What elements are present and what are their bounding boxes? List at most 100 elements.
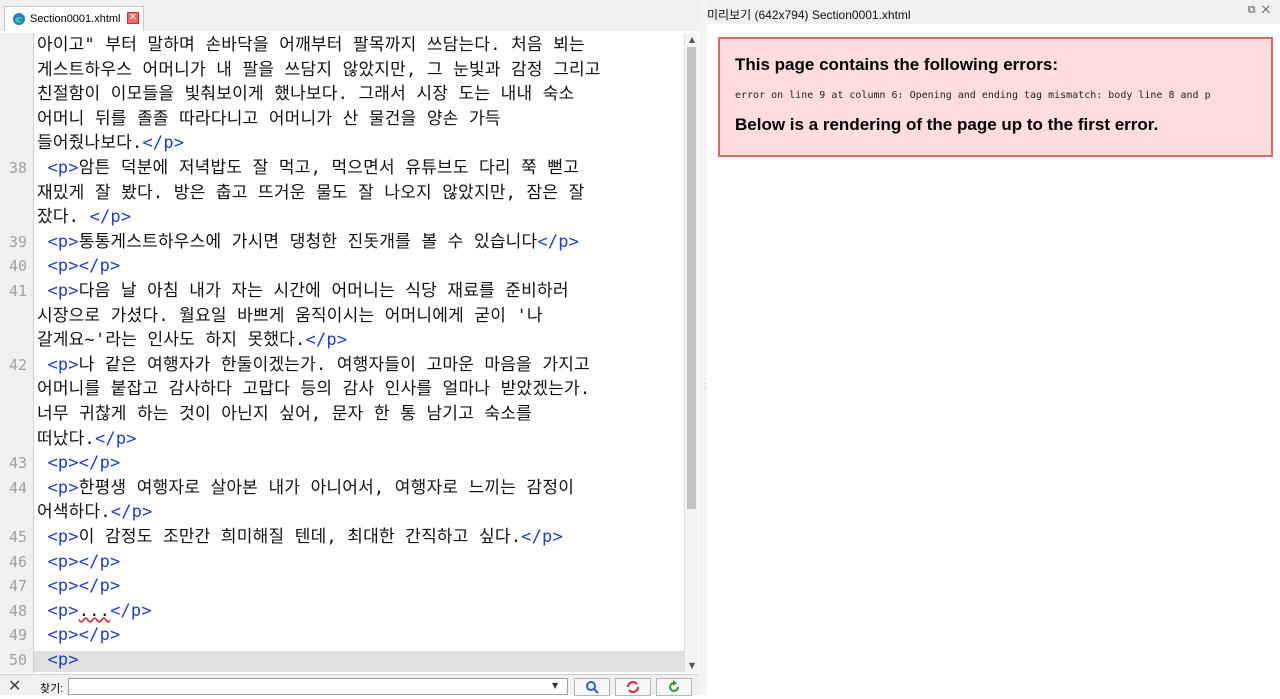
line-number: 39 xyxy=(8,232,27,251)
code-tag: </p> xyxy=(94,428,137,449)
code-tag: <p> xyxy=(47,477,79,498)
code-editor[interactable]: 아이고" 부터 말하며 손바닥을 어깨부터 팔목까지 쓰담는다. 처음 뵈는게스… xyxy=(34,33,684,673)
splitter-grip-icon[interactable]: ⋮ xyxy=(701,382,709,398)
line-number: 43 xyxy=(8,454,27,473)
code-line: 재밌게 잘 봤다. 방은 춥고 뜨거운 물도 잘 나오지 않았지만, 잠은 잘 xyxy=(37,181,585,205)
code-line: <p>통통게스트하우스에 가시면 댕청한 진돗개를 볼 수 있습니다</p> xyxy=(37,230,579,254)
chevron-down-icon[interactable]: ▼ xyxy=(552,681,558,690)
code-text: 한평생 여행자로 살아본 내가 아니어서, 여행자로 느끼는 감정이 xyxy=(78,477,575,498)
code-line: <p></p> xyxy=(37,623,120,647)
error-footer: Below is a rendering of the page up to t… xyxy=(735,115,1159,134)
error-heading: This page contains the following errors: xyxy=(735,55,1059,74)
line-number-gutter: 3839404142434445464748495051 xyxy=(0,33,34,694)
code-tag: </p> xyxy=(537,231,580,252)
search-icon xyxy=(586,681,599,694)
code-text: 게스트하우스 어머니가 내 팔을 쓰담지 않았지만, 그 눈빛과 감정 그리고 xyxy=(37,59,601,80)
browser-file-icon xyxy=(13,13,25,25)
code-text: 다음 날 아침 내가 자는 시간에 어머니는 식당 재료를 준비하러 xyxy=(78,281,569,301)
search-button[interactable] xyxy=(574,678,610,696)
code-line: <p>암튼 덕분에 저녁밥도 잘 먹고, 먹으면서 유튜브도 다리 쭉 뻗고 xyxy=(37,156,579,180)
editor-pane: Section0001.xhtml ✕ 38 39 40 41 42 43 44 45 46 47… xyxy=(0,0,700,696)
tab-bar: Section0001.xhtml ✕ xyxy=(0,0,700,31)
code-text: 나 같은 여행자가 한둘이겠는가. 여행자들이 고마운 마음을 가지고 xyxy=(78,354,590,375)
code-line: 게스트하우스 어머니가 내 팔을 쓰담지 않았지만, 그 눈빛과 감정 그리고 xyxy=(37,58,601,82)
code-text: 친절함이 이모들을 빛춰보이게 했나보다. 그래서 시장 도는 내내 숙소 xyxy=(37,84,575,105)
vertical-scrollbar[interactable]: ▲ ▼ xyxy=(684,33,698,673)
tab-label: Section0001.xhtml xyxy=(30,13,121,25)
restore-icon[interactable]: ⧉ xyxy=(1248,4,1262,16)
code-text: 시장으로 가셨다. 월요일 바쁘게 움직이시는 어머니에게 굳이 '나 xyxy=(37,305,543,326)
preview-title: 미리보기 (642x794) Section0001.xhtml xyxy=(707,8,911,22)
scroll-down-icon[interactable]: ▼ xyxy=(685,659,699,673)
line-number: 42 xyxy=(8,355,27,374)
code-line: <p>한평생 여행자로 살아본 내가 아니어서, 여행자로 느끼는 감정이 xyxy=(37,476,574,500)
find-label: 찾기: xyxy=(40,683,64,695)
code-line: 갈게요~'라는 인사도 하지 못했다.</p> xyxy=(37,328,347,352)
code-tag: <p> xyxy=(47,281,79,301)
code-tag: <p></p> xyxy=(47,453,121,474)
replace-button[interactable] xyxy=(615,678,651,696)
code-line: 친절함이 이모들을 빛춰보이게 했나보다. 그래서 시장 도는 내내 숙소 xyxy=(37,82,574,106)
line-number: 48 xyxy=(8,601,27,620)
close-icon[interactable]: ✕ xyxy=(127,12,139,24)
code-text: 통통게스트하우스에 가시면 댕청한 진돗개를 볼 수 있습니다 xyxy=(78,231,538,252)
code-line: <p>이 감정도 조만간 희미해질 텐데, 최대한 간직하고 싶다.</p> xyxy=(37,525,563,549)
close-preview-icon[interactable]: ✕ xyxy=(1262,4,1276,16)
pane-splitter[interactable]: ⋮ xyxy=(699,0,709,695)
code-line: <p>...</p> xyxy=(37,599,152,623)
code-tag: <p></p> xyxy=(47,625,121,646)
code-tag: <p> xyxy=(47,231,79,252)
code-tag: <p></p> xyxy=(47,576,121,597)
code-text: 재밌게 잘 봤다. 방은 춥고 뜨거운 물도 잘 나오지 않았지만, 잠은 잘 xyxy=(37,182,585,203)
line-number: 40 xyxy=(8,257,27,276)
code-line: <p></p> xyxy=(37,254,120,278)
scroll-thumb[interactable] xyxy=(687,47,696,509)
code-tag: </p> xyxy=(110,502,153,523)
code-line: 시장으로 가셨다. 월요일 바쁘게 움직이시는 어머니에게 굳이 '나 xyxy=(37,304,543,328)
line-number: 44 xyxy=(8,478,27,497)
preview-pane: 미리보기 (642x794) Section0001.xhtml ⧉✕ This… xyxy=(707,0,1280,695)
code-text: 들어줬나보다. xyxy=(37,133,143,154)
line-number: 46 xyxy=(8,552,27,571)
line-number: 49 xyxy=(8,626,27,645)
scroll-up-icon[interactable]: ▲ xyxy=(685,33,699,47)
code-line: <p>나 같은 여행자가 한둘이겠는가. 여행자들이 고마운 마음을 가지고 xyxy=(37,353,590,377)
code-tag: </p> xyxy=(110,600,152,621)
code-line: 어머니를 붙잡고 감사하다 고맙다 등의 감사 인사를 얼마나 받았겠는가. xyxy=(37,377,590,401)
code-text: 떠났다. xyxy=(37,428,95,449)
close-find-icon[interactable]: ✕ xyxy=(8,676,21,695)
parser-error-box: This page contains the following errors:… xyxy=(718,37,1273,157)
find-bar: ✕ 찾기: ▼ xyxy=(0,674,700,696)
code-text: 어머니를 붙잡고 감사하다 고맙다 등의 감사 인사를 얼마나 받았겠는가. xyxy=(37,379,591,400)
tab-section0001[interactable]: Section0001.xhtml ✕ xyxy=(4,6,144,31)
code-tag: </p> xyxy=(89,207,132,228)
find-input[interactable] xyxy=(68,678,568,695)
code-tag: <p> xyxy=(47,354,79,375)
line-number: 47 xyxy=(8,577,27,596)
window-controls[interactable]: ⧉✕ xyxy=(1248,4,1276,17)
code-tag: <p></p> xyxy=(47,551,121,572)
preview-header: 미리보기 (642x794) Section0001.xhtml ⧉✕ xyxy=(707,0,1280,24)
code-line: 떠났다.</p> xyxy=(37,427,137,451)
code-text: 잤다. xyxy=(37,207,90,228)
error-detail: error on line 9 at column 6: Opening and… xyxy=(735,90,1211,101)
line-number: 41 xyxy=(8,282,27,300)
code-tag: </p> xyxy=(521,527,563,547)
refresh-button[interactable] xyxy=(656,678,692,696)
code-text: 이 감정도 조만간 희미해질 텐데, 최대한 간직하고 싶다. xyxy=(78,527,522,547)
code-line: 너무 귀찮게 하는 것이 아닌지 싶어, 문자 한 통 남기고 숙소를 xyxy=(37,402,532,426)
refresh-icon xyxy=(669,680,679,692)
code-text: 갈게요~'라는 인사도 하지 못했다. xyxy=(37,330,306,351)
code-tag: </p> xyxy=(305,330,348,351)
code-text: 아이고" 부터 말하며 손바닥을 어깨부터 팔목까지 쓰담는다. 처음 뵈는 xyxy=(37,35,585,55)
